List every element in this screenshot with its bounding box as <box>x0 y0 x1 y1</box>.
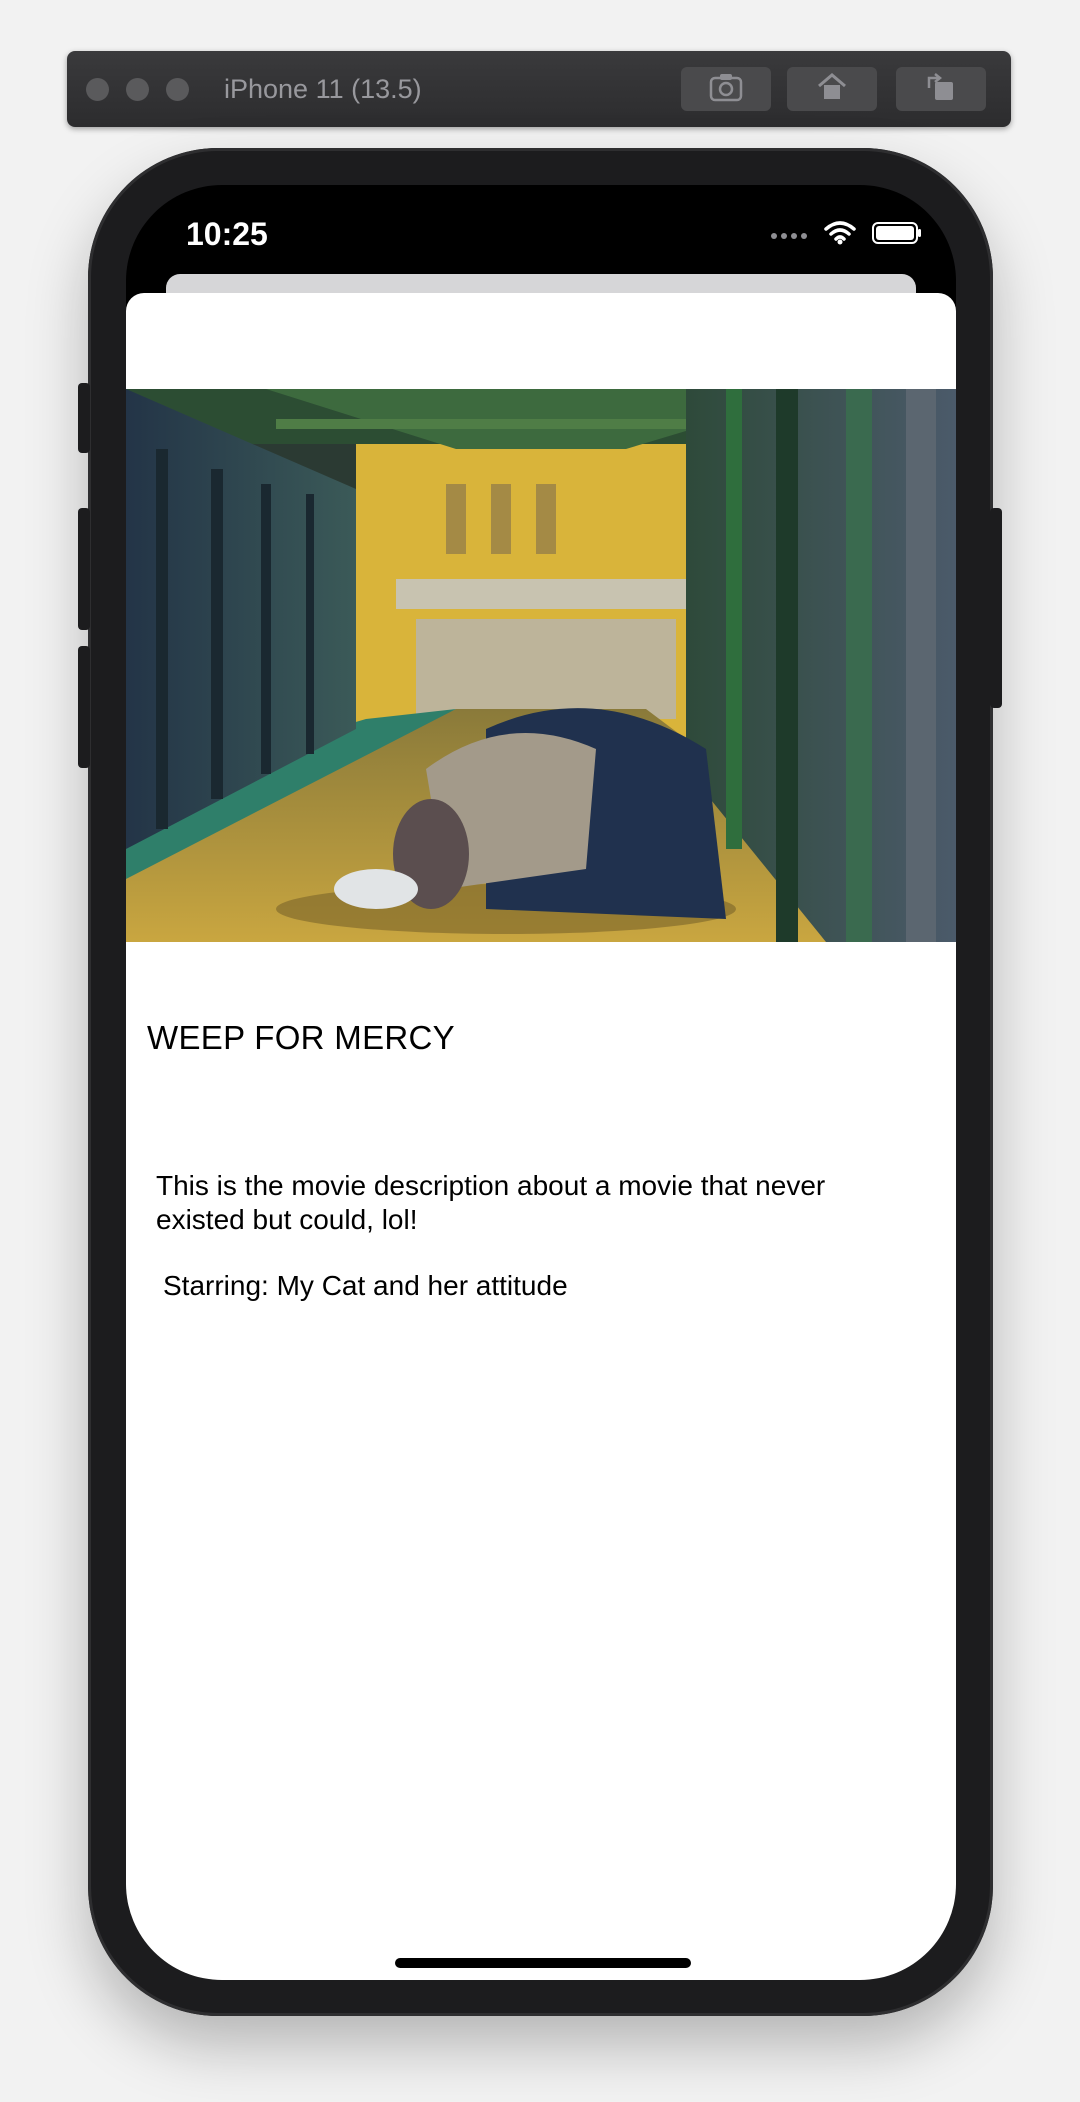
screenshot-button[interactable] <box>681 67 771 111</box>
movie-detail-sheet[interactable]: WEEP FOR MERCY This is the movie descrip… <box>126 293 956 1980</box>
volume-down-button <box>78 646 90 768</box>
power-button <box>990 508 1002 708</box>
movie-starring: Starring: My Cat and her attitude <box>163 1270 568 1301</box>
camera-icon <box>709 72 743 107</box>
home-icon <box>816 72 848 107</box>
wifi-icon <box>824 221 856 250</box>
mute-switch <box>78 383 90 453</box>
home-button[interactable] <box>787 67 877 111</box>
zoom-window-dot[interactable] <box>166 78 189 101</box>
home-indicator[interactable] <box>395 1958 691 1968</box>
signal-dots-icon <box>770 227 808 245</box>
status-time: 10:25 <box>186 216 268 252</box>
rotate-button[interactable] <box>896 67 986 111</box>
movie-description: This is the movie description about a mo… <box>156 1170 826 1235</box>
volume-up-button <box>78 508 90 630</box>
notch <box>311 185 775 253</box>
simulator-window: iPhone 11 (13.5) 10:25 WEEP FOR MERCY Th… <box>0 0 1080 2102</box>
close-window-dot[interactable] <box>86 78 109 101</box>
minimize-window-dot[interactable] <box>126 78 149 101</box>
rotate-icon <box>925 72 957 107</box>
poster-image <box>126 389 956 942</box>
device-title: iPhone 11 (13.5) <box>224 74 422 104</box>
movie-title: WEEP FOR MERCY <box>147 1019 455 1056</box>
phone-screen: 10:25 WEEP FOR MERCY This is the movie d… <box>126 185 956 1980</box>
status-icons <box>770 221 922 250</box>
battery-icon <box>872 221 922 250</box>
simulator-toolbar: iPhone 11 (13.5) <box>67 51 1011 127</box>
